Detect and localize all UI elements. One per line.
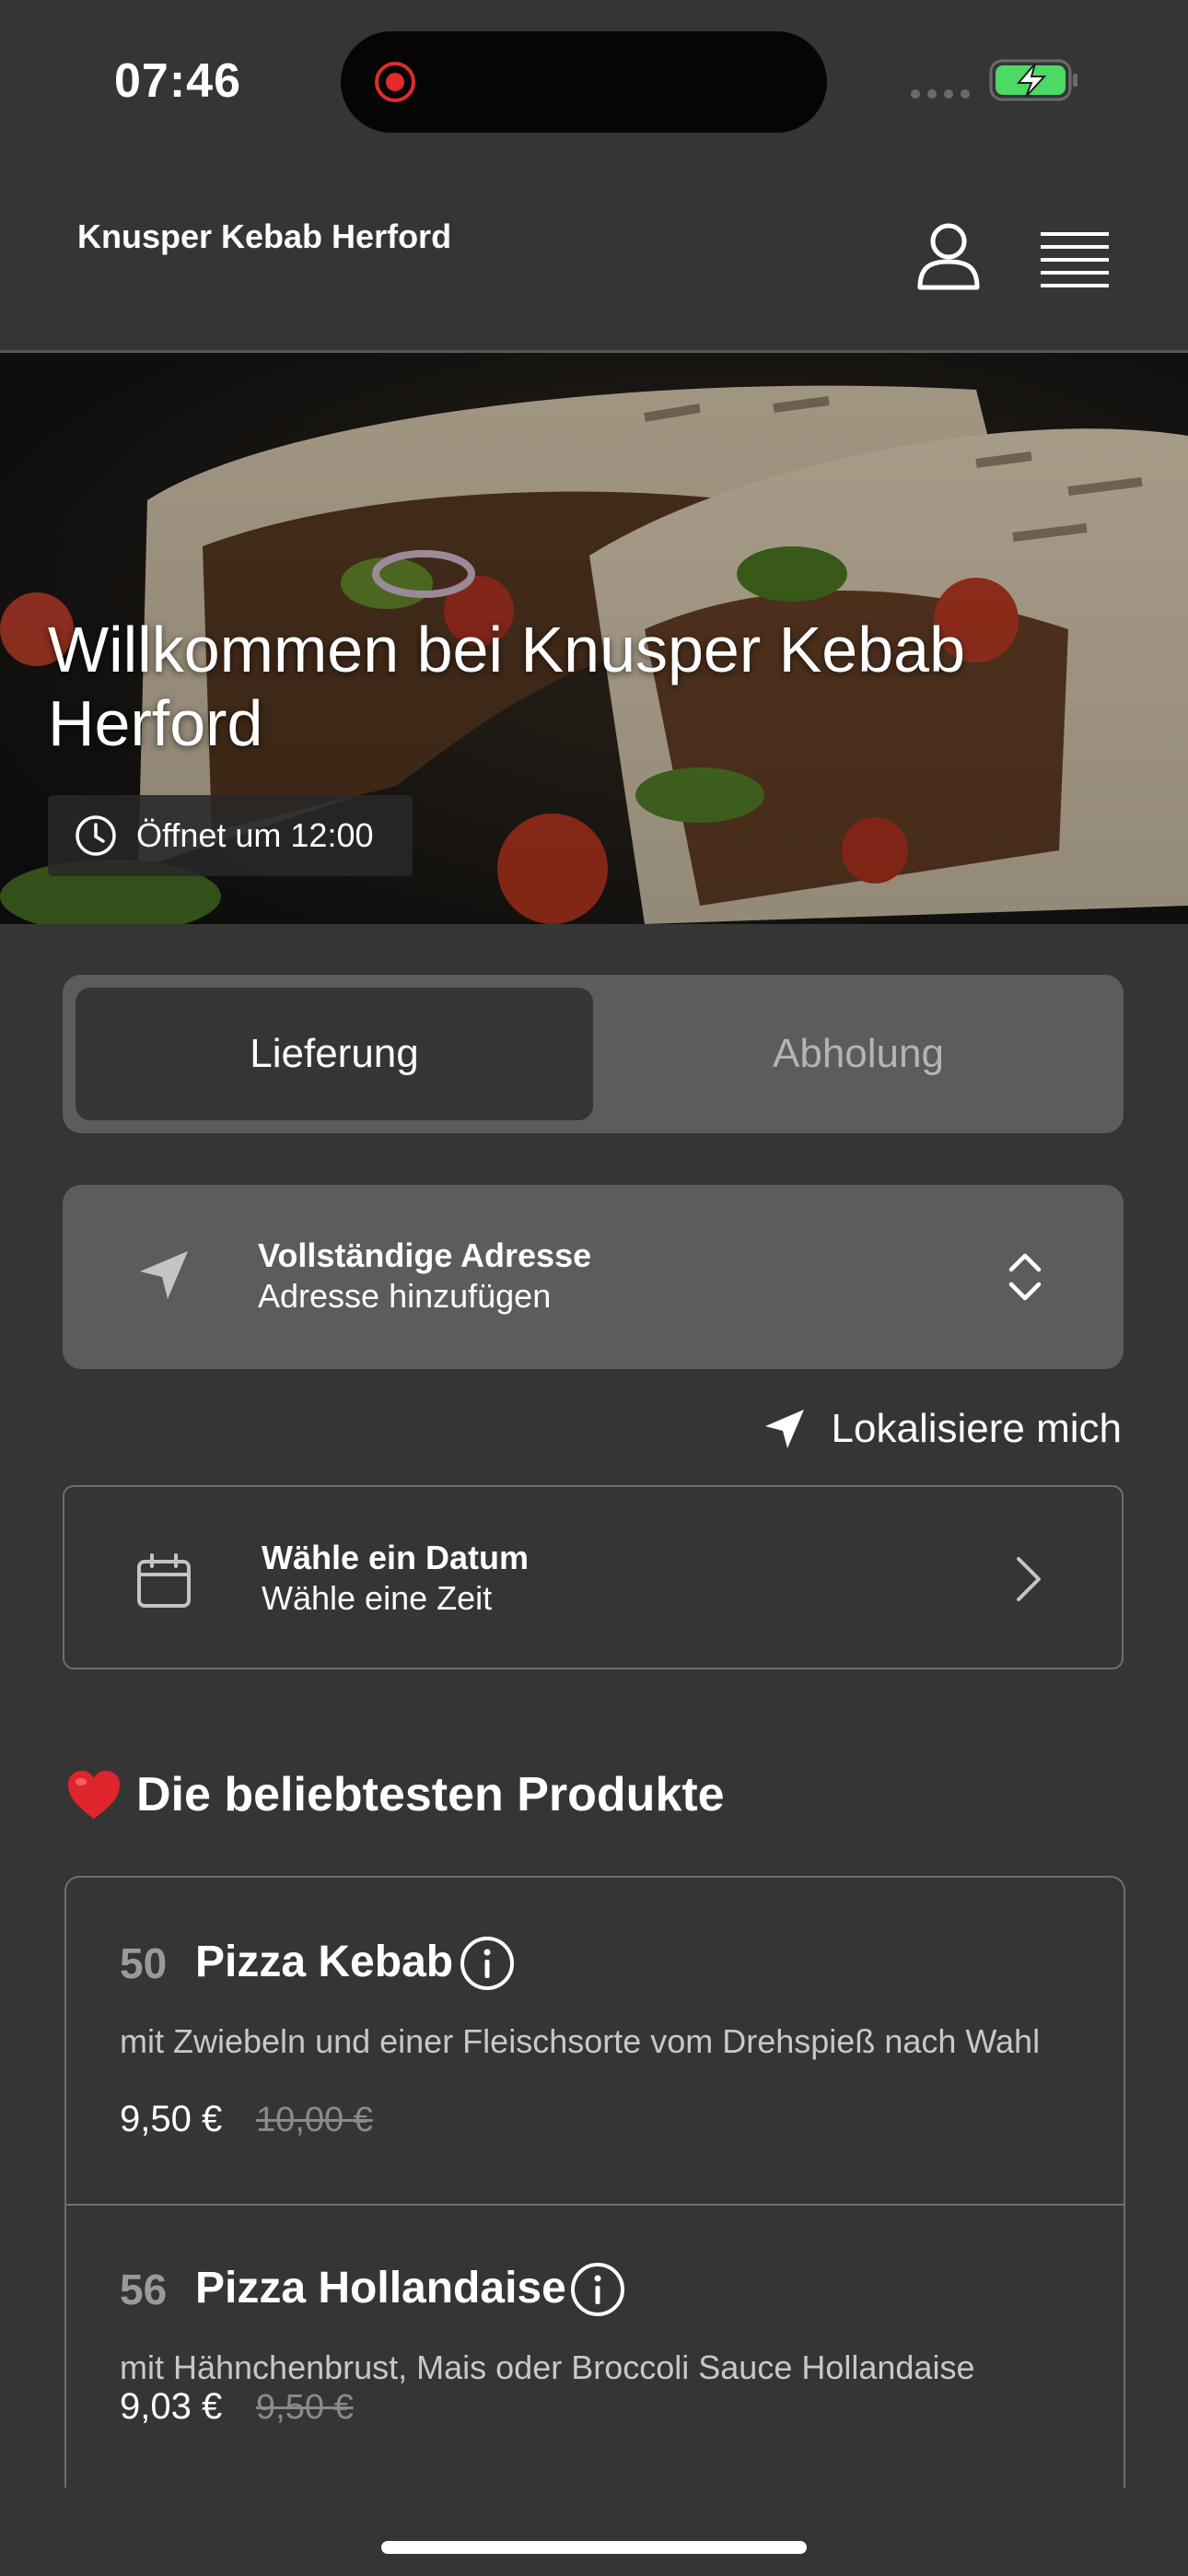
clock-icon: [76, 815, 116, 856]
product-list: 50 Pizza Kebab mit Zwiebeln und einer Fl…: [64, 1876, 1125, 2488]
info-icon[interactable]: [459, 1935, 516, 1992]
product-name: Pizza Kebab: [195, 1938, 454, 1986]
product-old-price: 10,00 €: [256, 2101, 373, 2139]
opening-hours-badge: Öffnet um 12:00: [48, 795, 413, 876]
chevron-up-down-icon: [1008, 1253, 1042, 1301]
order-mode-toggle: Lieferung Abholung: [63, 975, 1124, 1133]
battery-charging-icon: [989, 59, 1077, 101]
recording-indicator-icon: [375, 62, 415, 102]
heart-icon: [68, 1771, 120, 1819]
product-number: 50: [120, 1939, 168, 1987]
locate-me-label: Lokalisiere mich: [831, 1406, 1122, 1451]
status-time: 07:46: [114, 54, 241, 108]
status-bar: 07:46: [0, 0, 1188, 166]
brand-name[interactable]: Knusper Kebab Herford: [77, 217, 464, 256]
tab-delivery[interactable]: Lieferung: [76, 988, 593, 1120]
info-icon[interactable]: [569, 2261, 626, 2318]
product-description: mit Zwiebeln und einer Fleischsorte vom …: [120, 2022, 1041, 2060]
hero-title: Willkommen bei Knusper Kebab Herford: [48, 614, 966, 759]
signal-icon: [911, 89, 970, 99]
location-arrow-icon: [764, 1410, 804, 1448]
popular-products-heading: Die beliebtesten Produkte: [66, 1767, 725, 1822]
address-selector[interactable]: Vollständige Adresse Adresse hinzufügen: [63, 1185, 1124, 1369]
product-name: Pizza Hollandaise: [195, 2264, 566, 2313]
product-old-price: 9,50 €: [256, 2388, 354, 2427]
product-item[interactable]: 50 Pizza Kebab mit Zwiebeln und einer Fl…: [66, 1878, 1124, 2206]
address-title: Vollständige Adresse: [258, 1236, 592, 1274]
locate-me-button[interactable]: Lokalisiere mich: [763, 1400, 1122, 1458]
date-time-picker[interactable]: Wähle ein Datum Wähle eine Zeit: [63, 1485, 1124, 1669]
product-price: 9,03 €: [120, 2386, 223, 2427]
opening-hours-text: Öffnet um 12:00: [136, 816, 374, 854]
user-account-icon[interactable]: [912, 221, 985, 295]
chevron-right-icon: [1017, 1557, 1041, 1601]
product-price: 9,50 €: [120, 2099, 223, 2139]
section-title-text: Die beliebtesten Produkte: [136, 1768, 725, 1821]
calendar-icon: [137, 1553, 191, 1608]
navigation-arrow-icon: [140, 1251, 188, 1299]
hero-banner: Willkommen bei Knusper Kebab Herford Öff…: [0, 353, 1188, 924]
tab-pickup[interactable]: Abholung: [606, 988, 1111, 1120]
app-header: Knusper Kebab Herford: [0, 166, 1188, 353]
home-indicator[interactable]: [381, 2541, 807, 2554]
time-subtitle: Wähle eine Zeit: [262, 1579, 493, 1617]
dynamic-island: [341, 31, 827, 133]
product-item[interactable]: 56 Pizza Hollandaise mit Hähnchenbrust, …: [66, 2206, 1124, 2488]
hamburger-menu-icon[interactable]: [1037, 225, 1112, 291]
product-number: 56: [120, 2266, 168, 2313]
address-subtitle: Adresse hinzufügen: [258, 1277, 552, 1315]
product-description: mit Hähnchenbrust, Mais oder Broccoli Sa…: [120, 2348, 975, 2386]
date-title: Wähle ein Datum: [262, 1539, 530, 1576]
